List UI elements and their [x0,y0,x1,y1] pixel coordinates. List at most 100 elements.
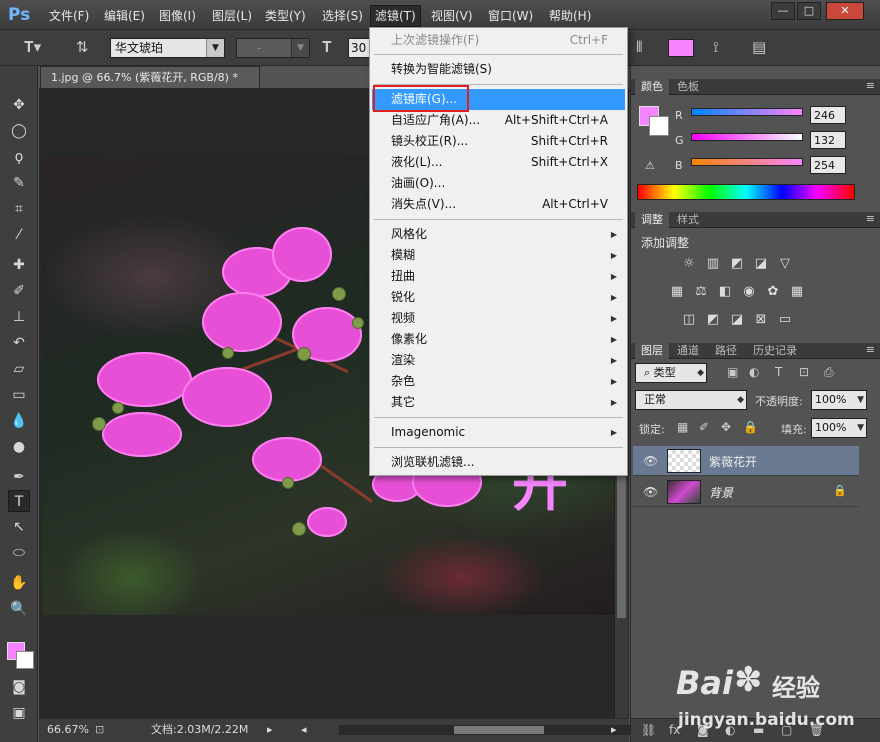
screen-mode-icon[interactable]: ▣ [8,702,30,724]
healing-brush-tool-icon[interactable]: ✚ [8,254,30,276]
layer-filter-kind[interactable]: ⌕ 类型 ◆ [635,363,707,383]
horizontal-scrollbar[interactable] [339,725,639,735]
hand-tool-icon[interactable]: ✋ [8,572,30,594]
status-menu-arrow-icon[interactable]: ▸ [267,719,273,741]
selective-color-icon[interactable]: ▭ [776,312,794,328]
fill-input[interactable]: 100% ▼ [811,418,867,438]
status-info-icon[interactable]: ⊡ [95,719,104,741]
lock-transparent-icon[interactable]: ▦ [677,420,688,434]
menu-item-render[interactable]: 渲染 ▶ [372,350,625,371]
color-spectrum[interactable] [637,184,855,200]
ellipse-tool-icon[interactable]: ⬭ [8,542,30,564]
blend-mode-select[interactable]: 正常 ◆ [635,390,747,410]
photo-filter-icon[interactable]: ◉ [740,284,758,300]
clone-stamp-tool-icon[interactable]: ⊥ [8,306,30,328]
hue-saturation-icon[interactable]: ▦ [668,284,686,300]
font-family-select[interactable]: 华文琥珀 ▼ [110,38,225,58]
opacity-input[interactable]: 100% ▼ [811,390,867,410]
toggle-orientation-icon[interactable]: ⇅ [76,38,89,56]
menu-file[interactable]: 文件(F) [45,7,93,25]
gamut-warning-icon[interactable]: ⚠ [645,159,655,172]
tab-adjustments[interactable]: 调整 [635,212,669,228]
lasso-tool-icon[interactable]: ϙ [8,146,30,168]
menu-item-adaptive-wide-angle[interactable]: 自适应广角(A)... Alt+Shift+Ctrl+A [372,110,625,131]
scroll-left-icon[interactable]: ◂ [301,719,307,741]
marquee-tool-icon[interactable]: ◯ [8,120,30,142]
type-tool-icon[interactable]: 𝐓▾ [24,38,41,56]
panel-menu-icon[interactable]: ≡ [866,79,875,92]
tab-styles[interactable]: 样式 [671,212,705,228]
menu-layer[interactable]: 图层(L) [208,7,256,25]
slider-r[interactable] [691,108,803,116]
layer-row[interactable]: 👁 紫薇花开 [633,446,859,476]
type-tool-icon[interactable]: T [8,490,30,512]
menu-help[interactable]: 帮助(H) [545,7,595,25]
font-style-select[interactable]: - ▼ [236,38,310,58]
color-lookup-icon[interactable]: ▦ [788,284,806,300]
lock-all-icon[interactable]: 🔒 [743,420,758,434]
zoom-level[interactable]: 66.67% [47,719,89,741]
visibility-eye-icon[interactable]: 👁 [643,485,658,499]
lock-pixels-icon[interactable]: ✐ [699,420,709,434]
document-tab[interactable]: 1.jpg @ 66.7% (紫薇花开, RGB/8) * [40,66,260,88]
layer-row[interactable]: 👁 背景 🔒 [633,477,859,507]
input-g[interactable]: 132 [810,131,846,149]
brightness-icon[interactable]: ☼ [680,256,698,272]
menu-item-stylize[interactable]: 风格化 ▶ [372,224,625,245]
minimize-button[interactable]: — [771,2,795,20]
filter-smart-icon[interactable]: ⎙ [824,365,834,380]
filter-pixel-icon[interactable]: ▣ [727,365,738,379]
menu-image[interactable]: 图像(I) [155,7,200,25]
eyedropper-tool-icon[interactable]: ⁄ [8,224,30,246]
slider-b[interactable] [691,158,803,166]
zoom-tool-icon[interactable]: 🔍 [8,598,30,620]
threshold-icon[interactable]: ◪ [728,312,746,328]
tab-swatches[interactable]: 色板 [671,79,705,95]
history-brush-tool-icon[interactable]: ↶ [8,332,30,354]
menu-item-video[interactable]: 视频 ▶ [372,308,625,329]
panel-menu-icon[interactable]: ≡ [866,212,875,225]
tab-color[interactable]: 颜色 [635,79,669,95]
vibrance-icon[interactable]: ▽ [776,256,794,272]
menu-item-liquify[interactable]: 液化(L)... Shift+Ctrl+X [372,152,625,173]
menu-item-convert-smart-filter[interactable]: 转换为智能滤镜(S) [372,59,625,80]
tab-layers[interactable]: 图层 [635,343,669,359]
scroll-thumb[interactable] [617,468,626,618]
menu-window[interactable]: 窗口(W) [484,7,537,25]
posterize-icon[interactable]: ◩ [704,312,722,328]
quick-select-tool-icon[interactable]: ✎ [8,172,30,194]
move-tool-icon[interactable]: ✥ [8,94,30,116]
gradient-map-icon[interactable]: ⊠ [752,312,770,328]
levels-icon[interactable]: ▥ [704,256,722,272]
color-balance-icon[interactable]: ⚖ [692,284,710,300]
menu-item-oil-paint[interactable]: 油画(O)... [372,173,625,194]
align-icon[interactable]: ⦀ [636,38,643,56]
tab-history[interactable]: 历史记录 [747,343,803,359]
visibility-eye-icon[interactable]: 👁 [643,454,658,468]
panel-menu-icon[interactable]: ≡ [866,343,875,356]
quick-mask-icon[interactable]: ◙ [8,676,30,698]
channel-mixer-icon[interactable]: ✿ [764,284,782,300]
pen-tool-icon[interactable]: ✒ [8,466,30,488]
path-select-tool-icon[interactable]: ↖ [8,516,30,538]
menu-item-sharpen[interactable]: 锐化 ▶ [372,287,625,308]
menu-select[interactable]: 选择(S) [318,7,367,25]
close-button[interactable]: ✕ [826,2,864,20]
menu-item-noise[interactable]: 杂色 ▶ [372,371,625,392]
input-b[interactable]: 254 [810,156,846,174]
slider-g[interactable] [691,133,803,141]
scroll-thumb[interactable] [454,726,544,734]
filter-adjust-icon[interactable]: ◐ [749,365,759,379]
brush-tool-icon[interactable]: ✐ [8,280,30,302]
scroll-right-icon[interactable]: ▸ [611,719,617,741]
maximize-button[interactable]: □ [797,2,821,20]
crop-tool-icon[interactable]: ⌗ [8,198,30,220]
exposure-icon[interactable]: ◪ [752,256,770,272]
menu-item-other[interactable]: 其它 ▶ [372,392,625,413]
menu-item-pixelate[interactable]: 像素化 ▶ [372,329,625,350]
input-r[interactable]: 246 [810,106,846,124]
menu-item-last-filter[interactable]: 上次滤镜操作(F) Ctrl+F [372,30,625,51]
menu-edit[interactable]: 编辑(E) [100,7,149,25]
tab-channels[interactable]: 通道 [671,343,705,359]
font-size-input[interactable]: 30 [348,38,370,58]
